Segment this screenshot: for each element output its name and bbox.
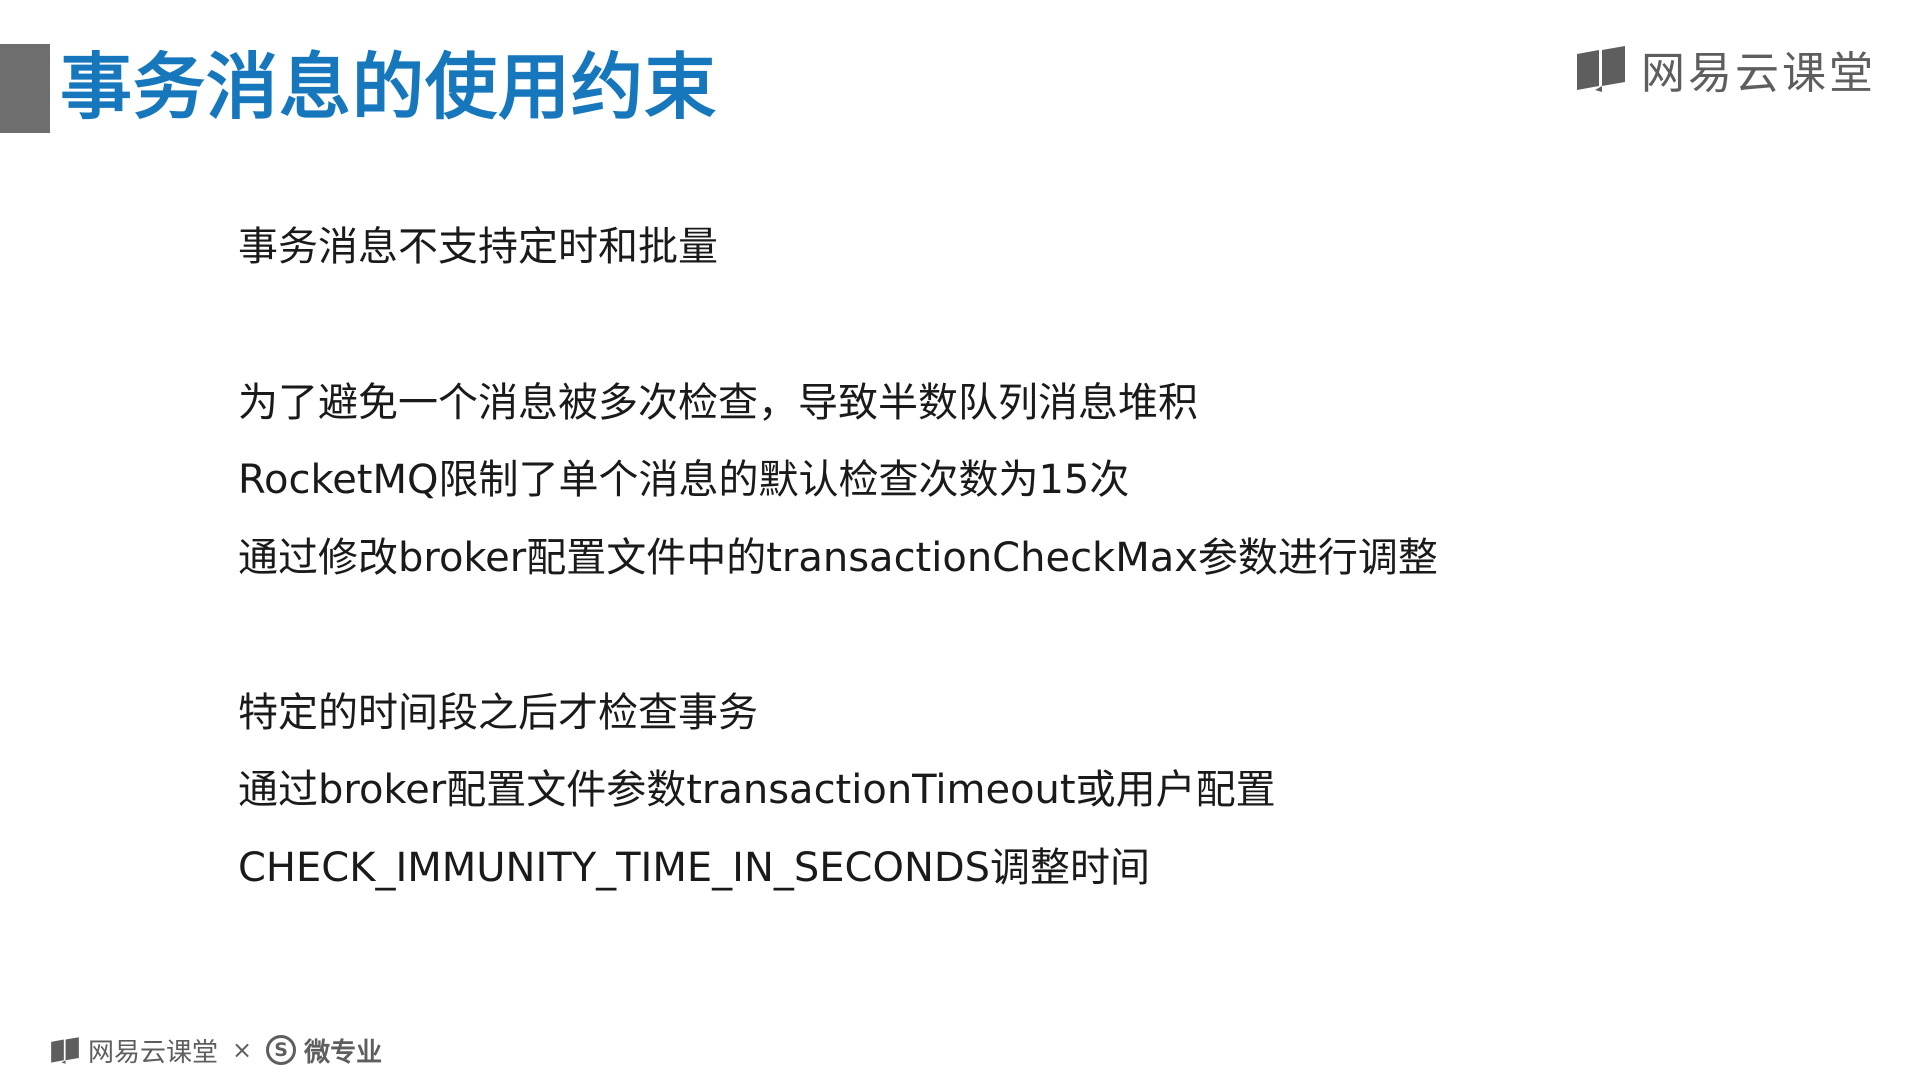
book-logo-icon [1577, 46, 1625, 92]
content-line-2: 为了避免一个消息被多次检查，导致半数队列消息堆积 [238, 380, 1198, 426]
footer-separator: × [232, 1036, 253, 1064]
book-logo-icon [51, 1036, 79, 1064]
content-line-7: CHECK_IMMUNITY_TIME_IN_SECONDS调整时间 [238, 845, 1151, 891]
slide: 事务消息的使用约束 网易云课堂 事务消息不支持定时和批量 为了避免一个消息被多次… [0, 0, 1906, 1073]
footer-partner-name: 微专业 [304, 1037, 383, 1068]
slide-title: 事务消息的使用约束 [60, 45, 718, 129]
content-line-1: 事务消息不支持定时和批量 [238, 224, 718, 270]
title-accent-bar [0, 44, 50, 133]
brand-header: 网易云课堂 [1575, 44, 1876, 99]
content-line-6: 通过broker配置文件参数transactionTimeout或用户配置 [238, 767, 1276, 813]
brand-name: 网易云课堂 [1641, 48, 1876, 99]
footer-brand-name: 网易云课堂 [88, 1037, 219, 1068]
s-badge-icon: S [266, 1035, 297, 1065]
footer-branding: 网易云课堂 × S 微专业 [50, 1032, 382, 1068]
content-line-5: 特定的时间段之后才检查事务 [238, 690, 758, 736]
content-line-3: RocketMQ限制了单个消息的默认检查次数为15次 [238, 457, 1130, 503]
content-line-4: 通过修改broker配置文件中的transactionCheckMax参数进行调… [238, 535, 1438, 581]
